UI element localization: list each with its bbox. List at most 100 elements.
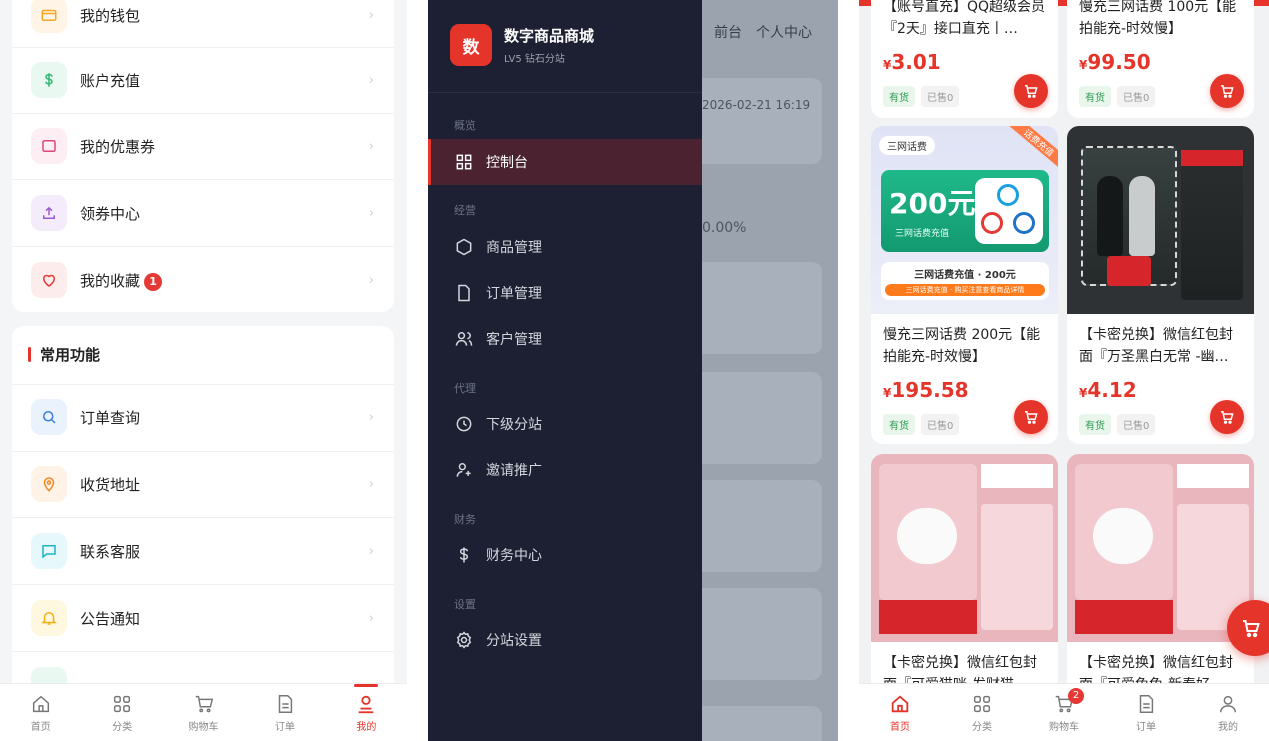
stock-tag: 有货 xyxy=(1079,414,1111,435)
product-name: 【卡密兑换】微信红包封面『万圣黑白无常 -幽… xyxy=(1079,327,1233,365)
menu-item-customer-service[interactable]: 联系客服 › xyxy=(12,518,394,584)
category-icon xyxy=(114,695,131,712)
menu-item-label: 公告通知 xyxy=(80,609,141,628)
product-card[interactable]: 【卡密兑换】微信红包封面『万圣黑白无常 -幽… ¥4.12 有货 已售0 xyxy=(1067,126,1254,444)
product-card[interactable]: 慢充三网话费 100元【能拍能充-时效慢】 ¥99.50 有货 已售0 xyxy=(1067,0,1254,118)
product-card[interactable]: 【账号直充】QQ超级会员『2天』接口直充丨… ¥3.01 有货 已售0 xyxy=(871,0,1058,118)
bg-percent: 0.00% xyxy=(702,220,747,236)
bell-icon xyxy=(31,600,67,636)
users-icon xyxy=(455,332,473,346)
drawer-header: 数 数字商品商城 LV5 钻石分站 xyxy=(450,24,594,66)
product-image xyxy=(1067,454,1254,642)
chevron-right-icon: › xyxy=(368,610,374,626)
menu-item-recharge[interactable]: 账户充值 › xyxy=(12,47,394,113)
product-card[interactable]: 【卡密兑换】微信红包封面『可爱兔兔-新春好… xyxy=(1067,454,1254,694)
product-name: 慢充三网话费 100元【能拍能充-时效慢】 xyxy=(1079,0,1237,37)
cart-icon xyxy=(1025,411,1038,424)
common-functions-card: 常用功能 订单查询 › 收货地址 › 联系客服 › 公告通知 › xyxy=(12,326,394,706)
user-plus-icon xyxy=(456,463,471,477)
admin-panel: 前台 个人中心 2026-02-21 16:19 0.00% 数 数字商品商城 … xyxy=(428,0,838,741)
top-nav: 前台 个人中心 xyxy=(714,22,812,42)
group-title: 财务 xyxy=(454,513,476,526)
chevron-right-icon: › xyxy=(368,272,374,288)
carrier-badge: 三网话费 xyxy=(879,136,935,155)
bg-date: 2026-02-21 16:19 xyxy=(702,98,811,112)
heart-icon xyxy=(31,262,67,298)
nav-customers[interactable]: 客户管理 xyxy=(428,316,702,362)
menu-item-coupon-center[interactable]: 领券中心 › xyxy=(12,180,394,246)
order-icon xyxy=(1139,694,1154,713)
menu-item-favorites[interactable]: 我的收藏 1 › xyxy=(12,247,394,313)
product-image: 三网话费 话费充值 200元 三网话费充值 三网话费充值 · 200元 三网话费… xyxy=(871,126,1058,314)
order-icon xyxy=(278,694,293,713)
menu-item-order-query[interactable]: 订单查询 › xyxy=(12,384,394,450)
nav-dashboard[interactable]: 控制台 xyxy=(428,139,702,185)
chevron-right-icon: › xyxy=(368,72,374,88)
file-icon xyxy=(458,284,470,302)
sold-tag: 已售0 xyxy=(1117,86,1156,107)
nav-products[interactable]: 商品管理 xyxy=(428,224,702,270)
home-icon xyxy=(891,694,909,712)
tab-home[interactable]: 首页 xyxy=(0,684,81,741)
favorites-badge: 1 xyxy=(144,272,163,291)
tab-category[interactable]: 分类 xyxy=(941,684,1023,741)
product-card[interactable]: 三网话费 话费充值 200元 三网话费充值 三网话费充值 · 200元 三网话费… xyxy=(871,126,1058,444)
product-image xyxy=(1067,126,1254,314)
tab-orders[interactable]: 订单 xyxy=(1105,684,1187,741)
add-to-cart-button[interactable] xyxy=(1210,74,1244,108)
tab-home[interactable]: 首页 xyxy=(859,684,941,741)
phone-caption: 三网话费充值 xyxy=(895,229,950,239)
nav-orders[interactable]: 订单管理 xyxy=(428,270,702,316)
menu-item-label: 领券中心 xyxy=(80,204,141,223)
hexagon-icon xyxy=(456,238,472,256)
nav-frontend-link[interactable]: 前台 xyxy=(714,22,742,42)
product-name: 【账号直充】QQ超级会员『2天』接口直充丨… xyxy=(883,0,1046,37)
sold-tag: 已售0 xyxy=(921,86,960,107)
category-icon xyxy=(973,695,991,712)
nav-settings[interactable]: 分站设置 xyxy=(428,617,702,663)
clock-icon xyxy=(456,416,472,432)
sold-tag: 已售0 xyxy=(921,414,960,435)
add-to-cart-button[interactable] xyxy=(1014,400,1048,434)
bottom-tab-bar: 首页 分类 购物车 订单 我的 xyxy=(0,683,407,741)
menu-item-announcements[interactable]: 公告通知 › xyxy=(12,585,394,651)
phone-footer: 三网话费充值 · 200元 xyxy=(914,270,1016,281)
menu-item-label: 我的钱包 xyxy=(80,6,141,25)
product-price: ¥4.12 xyxy=(1079,378,1137,402)
site-name: 数字商品商城 xyxy=(504,27,595,45)
coupon-icon xyxy=(31,128,67,164)
menu-item-coupons[interactable]: 我的优惠券 › xyxy=(12,113,394,179)
phone-amount: 200元 xyxy=(889,187,976,220)
gear-icon xyxy=(456,631,472,649)
menu-item-label: 联系客服 xyxy=(80,542,141,561)
product-card[interactable]: 【卡密兑换】微信红包封面『可爱猫咪-发财猫… xyxy=(871,454,1058,694)
chevron-right-icon: › xyxy=(368,409,374,425)
tab-cart[interactable]: 购物车 xyxy=(163,684,244,741)
site-logo: 数 xyxy=(450,24,492,66)
add-to-cart-button[interactable] xyxy=(1014,74,1048,108)
site-level: LV5 钻石分站 xyxy=(504,54,565,65)
tab-cart[interactable]: 2 购物车 xyxy=(1023,684,1105,741)
menu-item-label: 我的优惠券 xyxy=(80,137,156,156)
menu-item-address[interactable]: 收货地址 › xyxy=(12,451,394,517)
add-to-cart-button[interactable] xyxy=(1210,400,1244,434)
menu-item-wallet[interactable]: 我的钱包 › xyxy=(12,0,394,48)
corner-ribbon: 话费充值 xyxy=(1000,126,1058,177)
shop-panel: 【账号直充】QQ超级会员『2天』接口直充丨… ¥3.01 有货 已售0 慢充三网话… xyxy=(859,0,1269,741)
stock-tag: 有货 xyxy=(1079,86,1111,107)
section-title: 常用功能 xyxy=(28,344,100,365)
tab-mine[interactable]: 我的 xyxy=(326,684,407,741)
nav-finance[interactable]: 财务中心 xyxy=(428,532,702,578)
nav-personal-center-link[interactable]: 个人中心 xyxy=(756,22,812,42)
menu-item-label: 账户充值 xyxy=(80,71,141,90)
dollar-icon xyxy=(31,62,67,98)
tab-category[interactable]: 分类 xyxy=(81,684,162,741)
tab-mine[interactable]: 我的 xyxy=(1187,684,1269,741)
bottom-tab-bar: 首页 分类 2 购物车 订单 我的 xyxy=(859,683,1269,741)
group-title: 概览 xyxy=(454,119,476,132)
nav-invite[interactable]: 邀请推广 xyxy=(428,447,702,493)
nav-sub-stations[interactable]: 下级分站 xyxy=(428,401,702,447)
tab-orders[interactable]: 订单 xyxy=(244,684,325,741)
chevron-right-icon: › xyxy=(368,543,374,559)
product-price: ¥99.50 xyxy=(1079,50,1151,74)
